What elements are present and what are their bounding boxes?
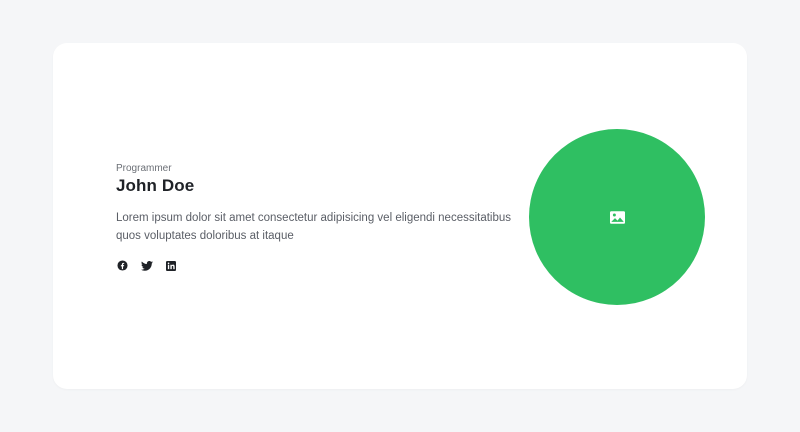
profile-name: John Doe	[116, 176, 195, 195]
facebook-icon	[117, 260, 128, 271]
profile-role: Programmer	[116, 163, 172, 174]
twitter-link[interactable]	[140, 259, 153, 272]
linkedin-icon	[165, 260, 176, 271]
profile-description: Lorem ipsum dolor sit amet consectetur a…	[116, 212, 512, 242]
social-links	[116, 259, 177, 272]
avatar-placeholder	[529, 129, 705, 305]
twitter-icon	[140, 260, 153, 271]
linkedin-link[interactable]	[164, 259, 177, 272]
image-icon	[609, 210, 625, 224]
profile-card: Programmer John Doe Lorem ipsum dolor si…	[53, 43, 747, 389]
facebook-link[interactable]	[116, 259, 129, 272]
